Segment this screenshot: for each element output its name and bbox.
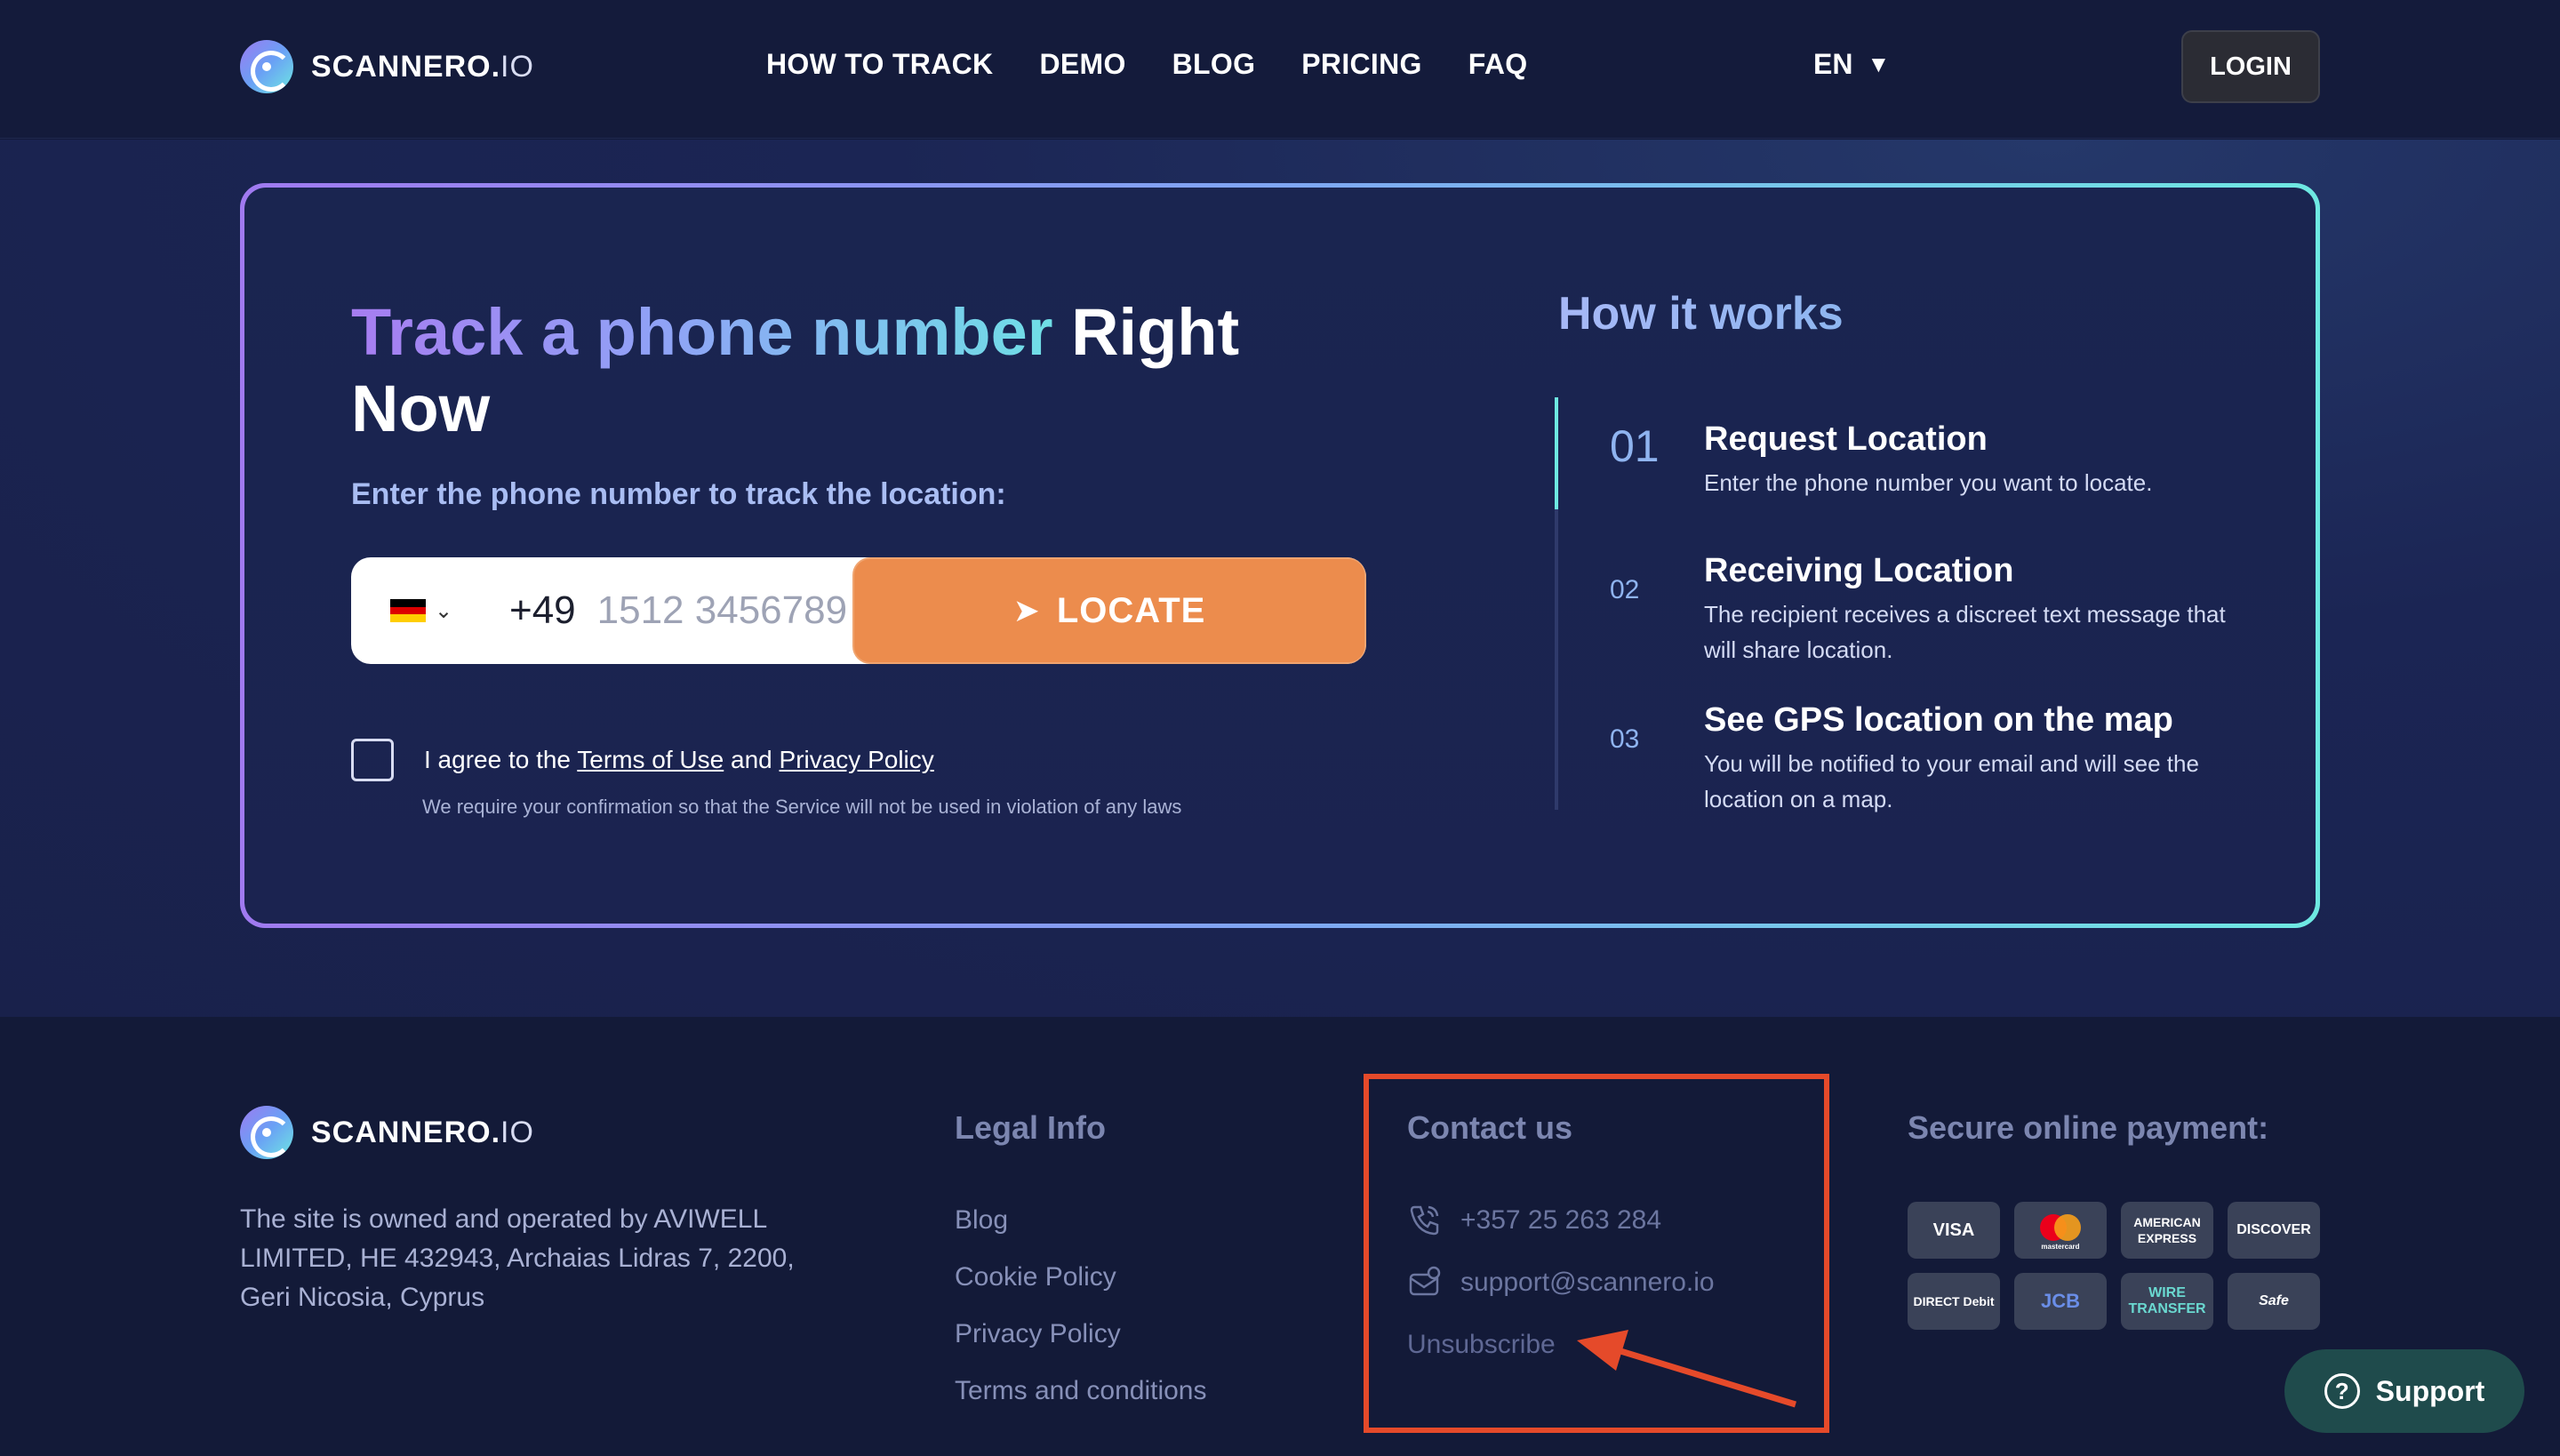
safe-security-icon: Safe [2228, 1273, 2320, 1330]
hero-subtitle: Enter the phone number to track the loca… [351, 477, 1006, 511]
steps-timeline [1555, 397, 1558, 810]
wire-transfer-icon: WIRE TRANSFER [2121, 1273, 2213, 1330]
phone-form: ⌄ +49 ➤ LOCATE [351, 557, 1366, 664]
terms-of-use-link[interactable]: Terms of Use [577, 746, 724, 773]
agree-text: I agree to the Terms of Use and Privacy … [424, 746, 934, 773]
agree-row: I agree to the Terms of Use and Privacy … [351, 739, 934, 781]
step-desc: Enter the phone number you want to locat… [1704, 469, 2153, 496]
brand-logo[interactable]: SCANNERO. IO [240, 40, 534, 93]
mastercard-icon: mastercard [2014, 1202, 2107, 1259]
annotation-arrow-icon [1577, 1330, 1797, 1408]
hero-title-highlight: Track a phone number [351, 295, 1053, 369]
agree-note: We require your confirmation so that the… [422, 796, 1182, 818]
country-selector[interactable]: ⌄ [351, 557, 493, 664]
payment-title: Secure online payment: [1908, 1109, 2269, 1146]
step-number: 01 [1610, 421, 1660, 471]
navigation-arrow-icon: ➤ [1012, 592, 1041, 628]
tracker-card: Track a phone number Right Now Enter the… [240, 183, 2320, 928]
footer-about: The site is owned and operated by AVIWEL… [240, 1204, 795, 1312]
language-label: EN [1813, 48, 1853, 80]
caret-down-icon: ▼ [1867, 51, 1891, 77]
privacy-policy-link[interactable]: Privacy Policy [780, 746, 934, 773]
radar-logo-icon [240, 40, 293, 93]
dial-code: +49 [509, 588, 576, 632]
footer-link-privacy-policy[interactable]: Privacy Policy [955, 1319, 1121, 1349]
nav-faq[interactable]: FAQ [1468, 48, 1528, 81]
footer-logo[interactable]: SCANNERO. IO [240, 1106, 534, 1159]
step-title: Request Location [1704, 420, 1988, 458]
phone-input[interactable] [596, 557, 891, 664]
site-header: SCANNERO. IO HOW TO TRACK DEMO BLOG PRIC… [0, 0, 2560, 139]
step-title: See GPS location on the map [1704, 701, 2173, 739]
step-desc: You will be notified to your email and w… [1704, 750, 2199, 812]
jcb-icon: JCB [2014, 1273, 2107, 1330]
hero-title: Track a phone number Right Now [351, 294, 1373, 447]
main-nav: HOW TO TRACK DEMO BLOG PRICING FAQ [766, 48, 1573, 81]
footer-link-cookie-policy[interactable]: Cookie Policy [955, 1262, 1116, 1292]
support-button[interactable]: ? Support [2284, 1349, 2524, 1433]
timeline-active-indicator [1555, 397, 1558, 509]
login-button[interactable]: LOGIN [2181, 30, 2320, 103]
legal-info-title: Legal Info [955, 1109, 1106, 1146]
locate-button[interactable]: ➤ LOCATE [852, 557, 1366, 664]
step-desc: The recipient receives a discreet text m… [1704, 601, 2226, 663]
payment-methods: VISA mastercard AMERICAN EXPRESS DISCOVE… [1908, 1202, 2320, 1330]
nav-blog[interactable]: BLOG [1172, 48, 1256, 81]
chevron-down-icon: ⌄ [435, 598, 453, 623]
step-number: 03 [1610, 724, 1640, 754]
nav-how-to-track[interactable]: HOW TO TRACK [766, 48, 993, 81]
footer-link-blog[interactable]: Blog [955, 1205, 1008, 1236]
how-it-works-title: How it works [1558, 288, 1844, 340]
footer-link-terms[interactable]: Terms and conditions [955, 1376, 1206, 1406]
step-number: 02 [1610, 575, 1640, 604]
locate-label: LOCATE [1056, 590, 1206, 630]
brand-suffix: IO [500, 49, 534, 84]
direct-debit-icon: DIRECT Debit [1908, 1273, 2000, 1330]
brand-name: SCANNERO. [311, 49, 501, 84]
support-label: Support [2375, 1374, 2485, 1407]
nav-demo[interactable]: DEMO [1039, 48, 1125, 81]
amex-icon: AMERICAN EXPRESS [2121, 1202, 2213, 1259]
discover-icon: DISCOVER [2228, 1202, 2320, 1259]
visa-icon: VISA [1908, 1202, 2000, 1259]
agree-checkbox[interactable] [351, 739, 394, 781]
language-selector[interactable]: EN ▼ [1813, 48, 1890, 81]
step-title: Receiving Location [1704, 552, 2014, 589]
radar-logo-icon [240, 1106, 293, 1159]
germany-flag-icon [390, 599, 426, 623]
help-icon: ? [2324, 1373, 2360, 1409]
svg-text:mastercard: mastercard [2041, 1243, 2079, 1251]
nav-pricing[interactable]: PRICING [1301, 48, 1421, 81]
